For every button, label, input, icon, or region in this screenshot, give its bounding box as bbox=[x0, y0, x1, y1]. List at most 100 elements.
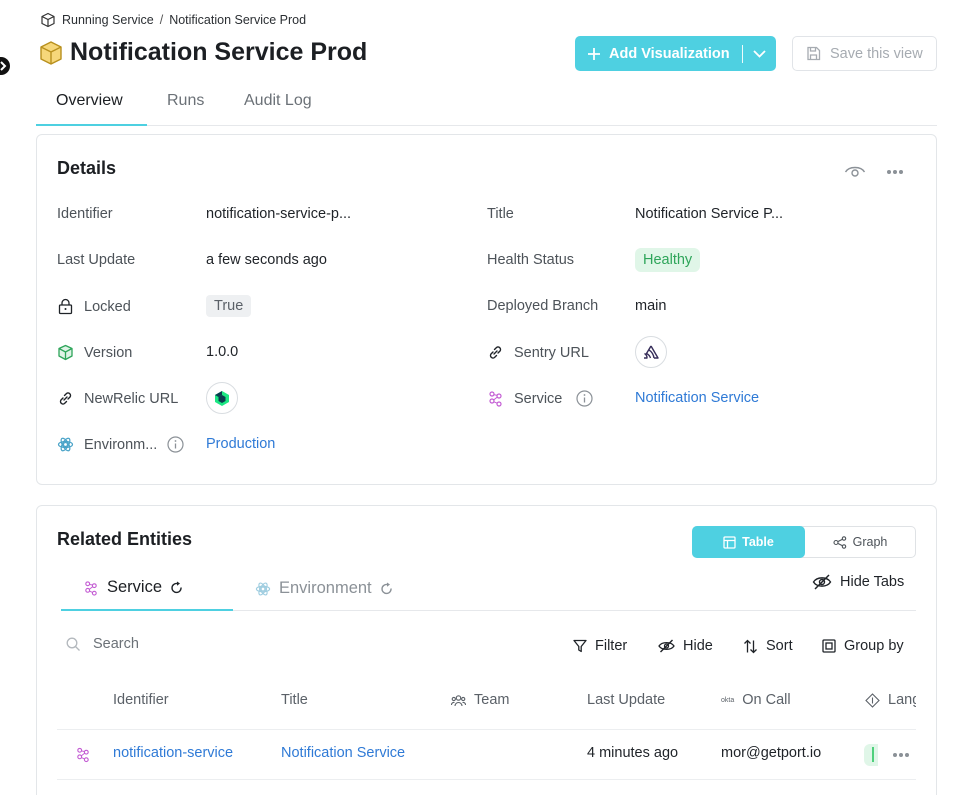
deployed-branch-value: main bbox=[635, 298, 667, 314]
environment-icon bbox=[255, 581, 271, 597]
tab-runs[interactable]: Runs bbox=[167, 84, 204, 126]
info-icon[interactable] bbox=[576, 390, 593, 407]
lock-icon bbox=[57, 298, 74, 315]
service-icon bbox=[487, 390, 504, 407]
breadcrumb-separator: / bbox=[159, 13, 164, 27]
breadcrumb: Running Service / Notification Service P… bbox=[40, 12, 306, 28]
column-header-identifier[interactable]: Identifier bbox=[113, 692, 169, 708]
plus-icon bbox=[587, 47, 601, 61]
page-title: Notification Service Prod bbox=[38, 38, 367, 67]
last-update-value: a few seconds ago bbox=[206, 252, 327, 268]
info-icon[interactable] bbox=[167, 436, 184, 453]
column-header-on-call[interactable]: okta On Call bbox=[721, 692, 791, 708]
hide-columns-button[interactable]: Hide bbox=[658, 638, 713, 654]
graph-view-button[interactable]: Graph bbox=[805, 527, 915, 557]
page-title-text: Notification Service Prod bbox=[70, 38, 368, 66]
row-more-options-icon[interactable] bbox=[892, 752, 910, 758]
row-title-link[interactable]: Notification Service bbox=[281, 745, 405, 761]
sort-icon bbox=[743, 639, 758, 654]
hide-tabs-button[interactable]: Hide Tabs bbox=[812, 574, 904, 590]
cube-icon bbox=[40, 12, 56, 28]
environment-label: Environm... bbox=[57, 436, 184, 453]
link-icon bbox=[487, 344, 504, 361]
row-last-update: 4 minutes ago bbox=[587, 745, 679, 761]
column-header-last-update[interactable]: Last Update bbox=[587, 692, 665, 708]
chevron-down-icon[interactable] bbox=[752, 49, 766, 58]
eye-icon[interactable] bbox=[844, 164, 866, 180]
tab-related-environment[interactable]: Environment bbox=[255, 566, 394, 611]
graph-icon bbox=[833, 535, 847, 549]
related-entities-title: Related Entities bbox=[57, 529, 193, 549]
sentry-logo-icon bbox=[644, 345, 659, 359]
code-icon bbox=[865, 692, 880, 708]
version-label: Version bbox=[57, 344, 132, 361]
table-row-divider bbox=[57, 779, 916, 780]
sentry-url-label: Sentry URL bbox=[487, 344, 589, 361]
sentry-link-button[interactable] bbox=[635, 336, 667, 368]
column-header-team[interactable]: Team bbox=[451, 692, 509, 708]
newrelic-url-label: NewRelic URL bbox=[57, 390, 178, 407]
tab-related-service[interactable]: Service bbox=[61, 566, 233, 611]
add-visualization-button[interactable]: Add Visualization bbox=[575, 36, 776, 71]
upstream-arrow-icon bbox=[380, 582, 394, 596]
cube-icon bbox=[38, 40, 64, 66]
column-header-title[interactable]: Title bbox=[281, 692, 308, 708]
table-icon bbox=[723, 535, 736, 549]
breadcrumb-current: Notification Service Prod bbox=[169, 13, 307, 27]
add-visualization-label: Add Visualization bbox=[609, 45, 730, 62]
filter-button[interactable]: Filter bbox=[573, 638, 627, 654]
chevron-right-icon bbox=[0, 61, 7, 71]
title-value: Notification Service P... bbox=[635, 206, 784, 222]
last-update-label: Last Update bbox=[57, 252, 136, 268]
tab-overview[interactable]: Overview bbox=[36, 84, 147, 126]
eye-off-icon bbox=[658, 639, 675, 653]
health-status-badge: Healthy bbox=[635, 248, 701, 272]
okta-icon: okta bbox=[721, 696, 735, 704]
breadcrumb-parent-link[interactable]: Running Service bbox=[62, 13, 154, 27]
details-title: Details bbox=[57, 158, 117, 178]
button-divider bbox=[741, 44, 743, 63]
sidebar-expand-handle[interactable] bbox=[0, 57, 10, 75]
health-status-label: Health Status bbox=[487, 252, 575, 268]
page-tabs: Overview Runs Audit Log bbox=[36, 84, 937, 126]
filter-icon bbox=[573, 639, 587, 653]
row-language-badge bbox=[864, 744, 878, 766]
group-icon bbox=[822, 639, 836, 653]
upstream-arrow-icon bbox=[170, 581, 184, 595]
eye-off-icon bbox=[812, 574, 832, 590]
service-link[interactable]: Notification Service bbox=[635, 390, 759, 406]
service-icon bbox=[75, 746, 91, 763]
version-value: 1.0.0 bbox=[206, 344, 239, 360]
column-header-language[interactable]: Lang bbox=[865, 692, 916, 708]
sort-button[interactable]: Sort bbox=[743, 638, 793, 654]
related-entity-tabs: Service Environment bbox=[61, 566, 916, 611]
search-input[interactable]: Search bbox=[66, 636, 139, 652]
row-on-call: mor@getport.io bbox=[721, 745, 822, 761]
identifier-label: Identifier bbox=[57, 206, 113, 222]
view-toggle: Table Graph bbox=[692, 526, 916, 558]
locked-label: Locked bbox=[57, 298, 131, 315]
link-icon bbox=[57, 390, 74, 407]
identifier-value: notification-service-p... bbox=[206, 206, 352, 222]
group-by-button[interactable]: Group by bbox=[822, 638, 904, 654]
environment-link[interactable]: Production bbox=[206, 436, 275, 452]
service-label: Service bbox=[487, 390, 593, 407]
save-view-label: Save this view bbox=[830, 45, 923, 62]
tab-audit-log[interactable]: Audit Log bbox=[244, 84, 312, 126]
newrelic-logo-icon bbox=[215, 390, 229, 406]
more-options-icon[interactable] bbox=[886, 169, 904, 175]
deployed-branch-label: Deployed Branch bbox=[487, 298, 599, 314]
service-icon bbox=[83, 580, 99, 596]
save-view-button[interactable]: Save this view bbox=[792, 36, 937, 71]
title-label: Title bbox=[487, 206, 514, 222]
team-icon bbox=[451, 694, 466, 707]
save-icon bbox=[806, 46, 821, 61]
table-view-button[interactable]: Table bbox=[692, 526, 805, 558]
package-icon bbox=[57, 344, 74, 361]
environment-icon bbox=[57, 436, 74, 453]
locked-value-badge: True bbox=[206, 295, 252, 317]
search-icon bbox=[66, 637, 81, 652]
newrelic-link-button[interactable] bbox=[206, 382, 238, 414]
table-header-divider bbox=[57, 729, 916, 730]
row-identifier-link[interactable]: notification-service bbox=[113, 745, 233, 761]
